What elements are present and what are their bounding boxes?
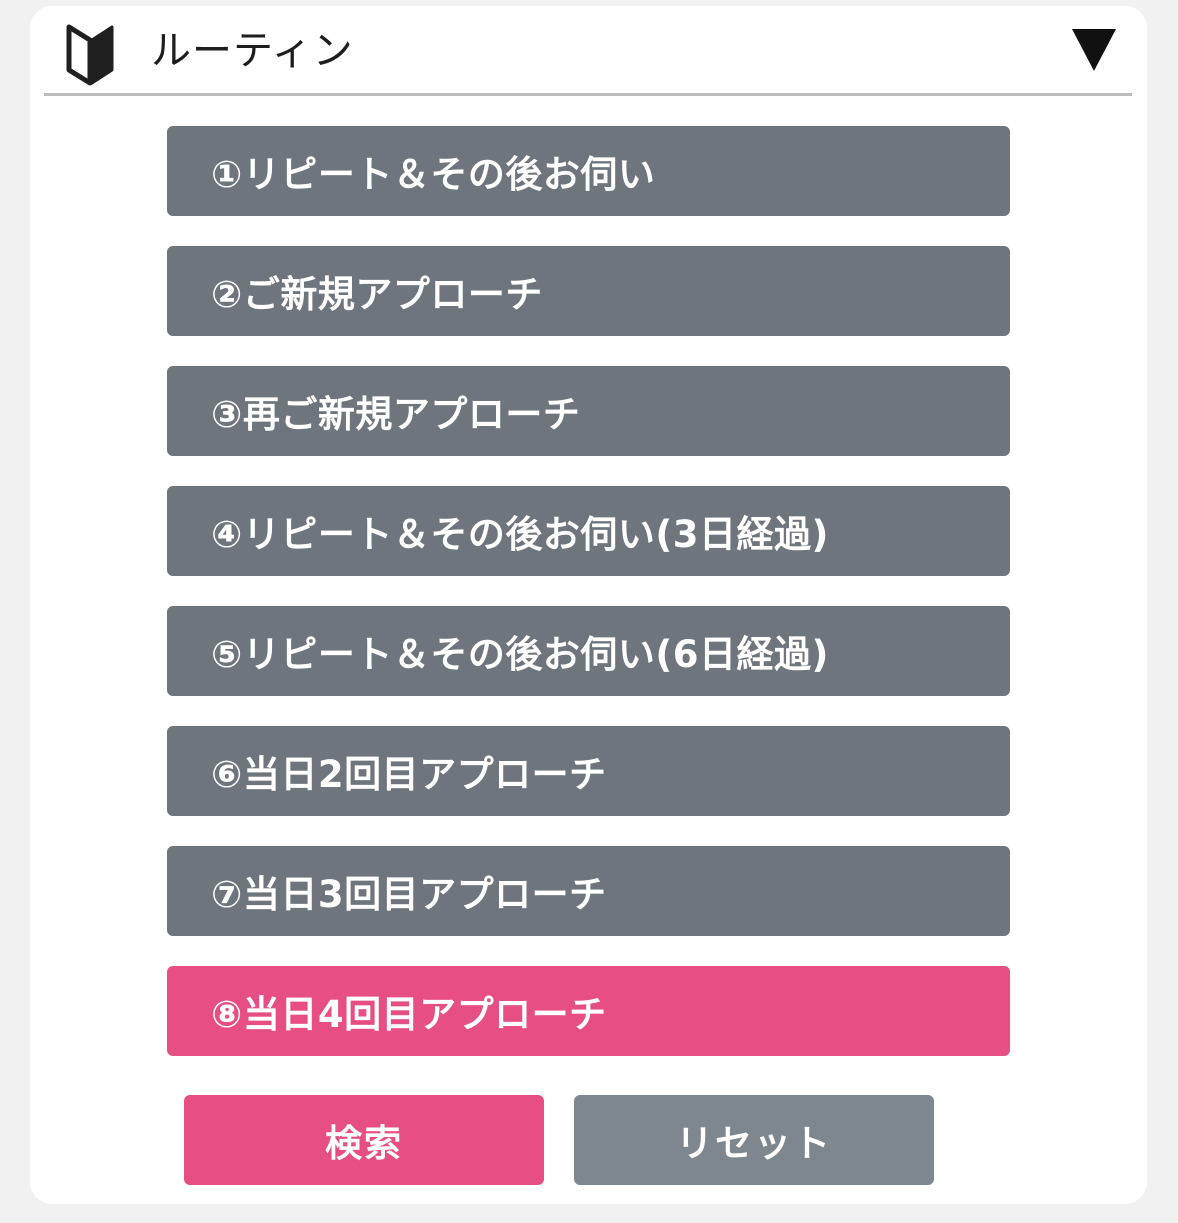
routine-option-label: ④リピート＆その後お伺い(3日経過): [211, 513, 829, 556]
routine-option[interactable]: ⑦当日3回目アプローチ: [167, 846, 1010, 936]
routine-option-label: ⑥当日2回目アプローチ: [211, 753, 607, 796]
action-buttons: 検索 リセット: [184, 1095, 934, 1185]
routine-dropdown-header[interactable]: ルーティン: [44, 6, 1132, 96]
routine-option[interactable]: ⑥当日2回目アプローチ: [167, 726, 1010, 816]
routine-option-label: ⑦当日3回目アプローチ: [211, 873, 607, 916]
routine-option[interactable]: ⑤リピート＆その後お伺い(6日経過): [167, 606, 1010, 696]
routine-option[interactable]: ③再ご新規アプローチ: [167, 366, 1010, 456]
triangle-down-icon[interactable]: [1072, 29, 1116, 71]
routine-option[interactable]: ②ご新規アプローチ: [167, 246, 1010, 336]
routine-option[interactable]: ④リピート＆その後お伺い(3日経過): [167, 486, 1010, 576]
beginner-mark-icon: [66, 24, 114, 86]
reset-button[interactable]: リセット: [574, 1095, 934, 1185]
routine-option[interactable]: ①リピート＆その後お伺い: [167, 126, 1010, 216]
routine-option-selected[interactable]: ⑧当日4回目アプローチ: [167, 966, 1010, 1056]
search-button[interactable]: 検索: [184, 1095, 544, 1185]
routine-panel: ルーティン ①リピート＆その後お伺い ②ご新規アプローチ ③再ご新規アプローチ …: [30, 6, 1147, 1204]
routine-option-label: ①リピート＆その後お伺い: [211, 153, 656, 196]
routine-option-list: ①リピート＆その後お伺い ②ご新規アプローチ ③再ご新規アプローチ ④リピート＆…: [167, 126, 1010, 1086]
dropdown-title: ルーティン: [151, 28, 354, 74]
routine-option-label: ⑧当日4回目アプローチ: [211, 993, 607, 1036]
routine-option-label: ⑤リピート＆その後お伺い(6日経過): [211, 633, 829, 676]
routine-option-label: ②ご新規アプローチ: [211, 273, 543, 316]
routine-option-label: ③再ご新規アプローチ: [211, 393, 581, 436]
